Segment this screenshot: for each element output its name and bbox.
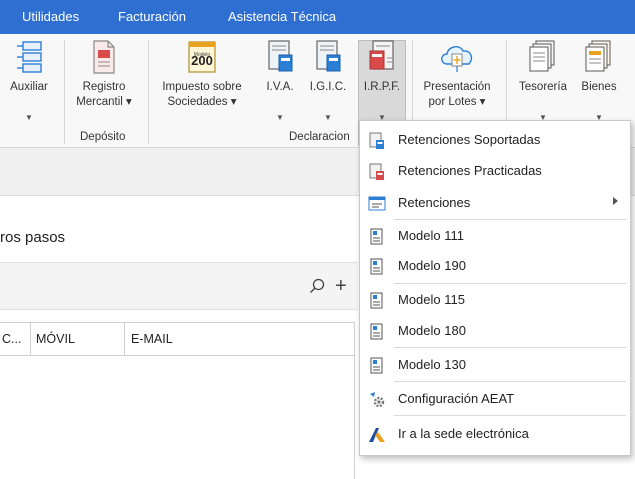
menu-item-label: Ir a la sede electrónica [398, 426, 529, 441]
add-icon[interactable]: + [335, 276, 347, 296]
tesoreria-label: Tesorería [519, 81, 567, 93]
form-icon [368, 357, 386, 380]
menu-item-configuracion-aeat[interactable]: Configuración AEAT [360, 384, 630, 414]
search-icon[interactable] [309, 278, 325, 299]
auxiliar-label: Auxiliar [10, 81, 48, 93]
chevron-right-icon [613, 197, 618, 205]
modelo-icon-number: 200 [191, 53, 213, 68]
menu-item-label: Modelo 130 [398, 357, 466, 372]
menu-item-retenciones-soportadas[interactable]: Retenciones Soportadas [360, 125, 630, 155]
column-header-email[interactable]: E-MAIL [131, 332, 173, 346]
menu-item-modelo-180[interactable]: Modelo 180 [360, 316, 630, 346]
impuesto-label-line1: Impuesto sobre [162, 81, 242, 93]
menu-facturacion[interactable]: Facturación [118, 9, 186, 24]
presentacion-label-line2: por Lotes ▾ [428, 96, 486, 108]
menu-item-label: Configuración AEAT [398, 391, 515, 406]
impuesto-label-line2: Sociedades ▾ [167, 96, 237, 108]
iva-button[interactable]: I.V.A. ▼ [258, 38, 302, 128]
menu-separator [394, 415, 626, 416]
menu-item-modelo-190[interactable]: Modelo 190 [360, 251, 630, 281]
bienes-label: Bienes [581, 81, 617, 93]
menu-item-modelo-111[interactable]: Modelo 111 [360, 221, 630, 251]
menu-item-label: Modelo 111 [398, 228, 465, 243]
group-label-declaraciones: Declaracion [289, 131, 350, 143]
menu-item-label: Retenciones [398, 195, 471, 210]
gear-icon [368, 391, 386, 414]
tesoreria-button[interactable]: Tesorería ▼ [510, 38, 576, 128]
group-separator [148, 40, 149, 144]
grid-toolbar [0, 262, 358, 310]
document-red-icon [91, 40, 117, 79]
igic-label: I.G.I.C. [309, 81, 347, 93]
group-separator [64, 40, 65, 144]
steps-title: ros pasos [0, 229, 66, 246]
window-icon [368, 195, 386, 218]
menu-item-modelo-115[interactable]: Modelo 115 [360, 285, 630, 315]
documents-stack-icon [528, 40, 558, 79]
bienes-button[interactable]: Bienes ▼ [576, 38, 622, 128]
table-header: C... MÓVIL E-MAIL [0, 322, 354, 356]
form-icon [368, 228, 386, 251]
app-window: Utilidades Facturación Asistencia Técnic… [0, 0, 635, 479]
document-blue-icon [266, 40, 294, 79]
document-red-icon [368, 40, 396, 79]
iva-label: I.V.A. [266, 81, 294, 93]
registro-label-line2: Mercantil ▾ [76, 96, 132, 108]
group-label-deposito: Depósito [80, 131, 126, 143]
menu-utilidades[interactable]: Utilidades [22, 9, 79, 24]
auxiliar-button[interactable]: Auxiliar ▼ [0, 38, 58, 128]
igic-button[interactable]: I.G.I.C. ▼ [304, 38, 352, 128]
column-header-movil[interactable]: MÓVIL [36, 332, 75, 346]
documents-stack-icon [584, 40, 614, 79]
impuesto-sociedades-button[interactable]: Modelo 200 Impuesto sobre Sociedades ▾ [152, 38, 252, 128]
menu-separator [394, 381, 626, 382]
registro-mercantil-button[interactable]: Registro Mercantil ▾ [66, 38, 142, 128]
registro-label-line1: Registro [82, 81, 126, 93]
menu-separator [394, 219, 626, 220]
document-red-icon [368, 163, 386, 186]
menu-bar: Utilidades Facturación Asistencia Técnic… [0, 0, 635, 34]
irpf-dropdown-menu: Retenciones Soportadas Retenciones Pract… [359, 120, 631, 456]
menu-item-label: Modelo 180 [398, 323, 466, 338]
irpf-label: I.R.P.F. [363, 81, 401, 93]
presentacion-label-line1: Presentación [423, 81, 491, 93]
menu-item-label: Modelo 115 [398, 292, 465, 307]
menu-item-label: Modelo 190 [398, 258, 466, 273]
cloud-upload-icon [438, 40, 476, 79]
menu-separator [394, 283, 626, 284]
list-icon [14, 40, 44, 79]
menu-item-sede-electronica[interactable]: Ir a la sede electrónica [360, 419, 630, 449]
menu-item-label: Retenciones Soportadas [398, 132, 541, 147]
grid-border [354, 322, 355, 479]
form-icon [368, 292, 386, 315]
chevron-down-icon: ▼ [324, 113, 332, 122]
column-header[interactable]: C... [2, 332, 21, 346]
form-icon [368, 258, 386, 281]
form-icon [368, 323, 386, 346]
menu-item-modelo-130[interactable]: Modelo 130 [360, 350, 630, 380]
menu-item-retenciones[interactable]: Retenciones [360, 188, 630, 218]
document-blue-icon [368, 132, 386, 155]
chevron-down-icon: ▼ [25, 113, 33, 122]
document-blue-icon [314, 40, 342, 79]
menu-asistencia-tecnica[interactable]: Asistencia Técnica [228, 9, 336, 24]
column-divider[interactable] [124, 323, 125, 356]
irpf-button-content[interactable]: I.R.P.F. ▼ [358, 38, 406, 128]
column-divider[interactable] [30, 323, 31, 356]
presentacion-lotes-button[interactable]: Presentación por Lotes ▾ [414, 38, 500, 128]
aeat-logo-icon [368, 426, 386, 449]
menu-item-retenciones-practicadas[interactable]: Retenciones Practicadas [360, 156, 630, 186]
chevron-down-icon: ▼ [276, 113, 284, 122]
menu-separator [394, 347, 626, 348]
modelo-200-icon: Modelo 200 [187, 40, 217, 74]
menu-item-label: Retenciones Practicadas [398, 163, 542, 178]
